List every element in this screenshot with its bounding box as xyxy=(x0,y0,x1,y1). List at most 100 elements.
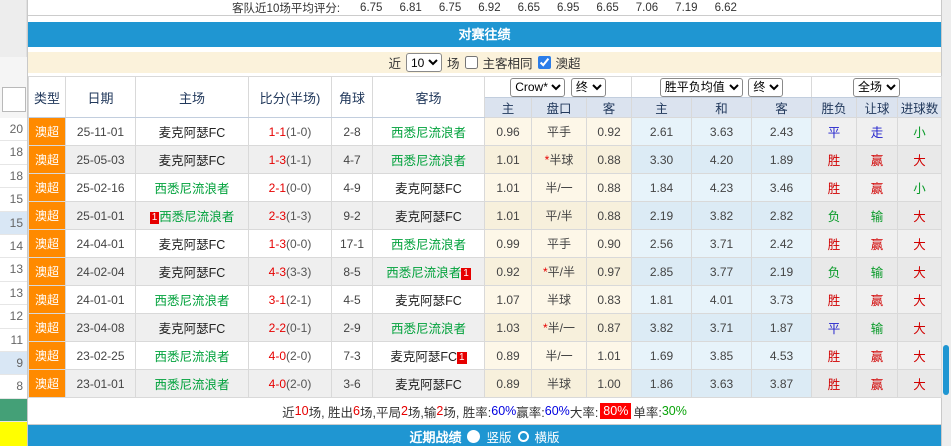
scope-select-cell: 全场 xyxy=(811,76,943,98)
handicap-line-cell: *平/半 xyxy=(531,257,587,286)
avg-score-value: 7.19 xyxy=(675,1,698,14)
league-filter-label: 澳超 xyxy=(555,57,581,71)
result-handicap-cell: 赢 xyxy=(856,285,899,314)
scrollbar-thumb[interactable] xyxy=(943,345,949,395)
near-count-select[interactable]: 10 xyxy=(405,53,442,72)
team-name: 西悉尼流浪者 xyxy=(159,210,235,224)
date-cell: 23-02-25 xyxy=(65,341,136,370)
avg-draw-odds-cell: 3.63 xyxy=(691,117,752,146)
head-to-head-panel: 客队近10场平均评分: 6.75 6.81 6.75 6.92 6.65 6.95 6.65… xyxy=(27,0,943,446)
col-odds-handicap: 盘口 xyxy=(531,97,587,118)
bookmaker-select[interactable]: Crow* xyxy=(510,77,566,97)
corners-cell: 4-5 xyxy=(331,285,373,314)
corners-cell: 3-6 xyxy=(331,369,373,398)
col-type: 类型 xyxy=(28,76,66,118)
avg-home-odds-cell: 2.56 xyxy=(631,229,692,258)
rank-cell-yellow xyxy=(0,422,27,446)
final-odds-select-right[interactable]: 终 xyxy=(748,77,784,97)
avg-away-odds-cell: 3.87 xyxy=(750,369,813,398)
horizontal-label[interactable]: 横版 xyxy=(535,427,560,446)
summary-segment: 场,平局 xyxy=(359,405,401,420)
league-badge: 澳超 xyxy=(28,313,66,342)
team-name: 麦克阿瑟FC xyxy=(158,238,226,252)
league-badge: 澳超 xyxy=(28,201,66,230)
date-cell: 25-05-03 xyxy=(65,145,136,174)
horizontal-radio[interactable] xyxy=(517,431,529,442)
rank-cell: 8 xyxy=(0,375,27,399)
team-name: 西悉尼流浪者 xyxy=(154,182,230,196)
league-badge: 澳超 xyxy=(28,117,66,146)
avg-away-odds-cell: 1.87 xyxy=(750,313,813,342)
handicap-odds-away-cell: 0.87 xyxy=(586,313,632,342)
rank-cell: 11 xyxy=(0,328,27,352)
league-badge: 澳超 xyxy=(28,285,66,314)
summary-segment: 单率: xyxy=(633,405,662,420)
date-cell: 25-01-01 xyxy=(65,201,136,230)
avg-home-odds-cell: 1.86 xyxy=(631,369,692,398)
corners-cell: 7-3 xyxy=(331,341,373,370)
avg-away-odds-cell: 3.73 xyxy=(750,285,813,314)
vertical-radio[interactable] xyxy=(467,430,481,443)
col-odds-away: 客 xyxy=(586,97,632,118)
home-team-cell: 麦克阿瑟FC xyxy=(135,313,249,342)
handicap-odds-home-cell: 0.89 xyxy=(484,341,532,370)
avg-score-value: 6.65 xyxy=(596,1,619,14)
scope-select[interactable]: 全场 xyxy=(853,77,901,97)
same-venue-checkbox[interactable] xyxy=(464,56,478,69)
final-odds-select-left[interactable]: 终 xyxy=(570,77,606,97)
footer-title: 近期战绩 xyxy=(409,430,462,445)
score-cell: 1-3(0-0) xyxy=(248,229,332,258)
summary-segment: 场,输 xyxy=(407,405,437,420)
league-filter-checkbox[interactable] xyxy=(537,56,551,69)
rank-cell: 18 xyxy=(0,141,27,165)
same-venue-label: 主客相同 xyxy=(482,57,533,71)
handicap-odds-home-cell: 0.99 xyxy=(484,229,532,258)
unit-label: 场 xyxy=(446,57,460,71)
result-wdl-cell: 胜 xyxy=(811,285,858,314)
result-handicap-cell: 赢 xyxy=(856,145,899,174)
score-cell: 3-1(2-1) xyxy=(248,285,332,314)
handicap-odds-away-cell: 1.00 xyxy=(586,369,632,398)
vertical-label[interactable]: 竖版 xyxy=(486,427,511,446)
rank-cell: 15 xyxy=(0,188,27,212)
rank-cell: 13 xyxy=(0,281,27,306)
team-name: 西悉尼流浪者 xyxy=(154,294,230,308)
score-cell: 2-3(1-3) xyxy=(248,201,332,230)
changed-line-star: * xyxy=(542,265,548,279)
date-cell: 24-02-04 xyxy=(65,257,136,286)
table-row: 澳超 25-01-01 1 西悉尼流浪者 2-3(1-3) 9-2 麦克阿瑟FC … xyxy=(28,201,943,230)
near-label: 近 xyxy=(388,57,401,71)
league-badge: 澳超 xyxy=(28,173,66,202)
handicap-odds-home-cell: 0.96 xyxy=(484,117,532,146)
rank-cell: 12 xyxy=(0,305,27,329)
team-name: 麦克阿瑟FC xyxy=(395,210,462,224)
avg-draw-odds-cell: 3.82 xyxy=(691,201,752,230)
handicap-odds-away-cell: 0.88 xyxy=(586,201,632,230)
result-goals-cell: 小 xyxy=(897,117,943,146)
average-selects-cell: 胜平负均值 终 xyxy=(630,76,813,98)
average-type-select[interactable]: 胜平负均值 xyxy=(659,77,743,97)
corners-cell: 17-1 xyxy=(331,229,373,258)
away-team-cell: 西悉尼流浪者 1 xyxy=(372,257,485,286)
score-cell: 4-0(2-0) xyxy=(248,369,332,398)
home-team-cell: 麦克阿瑟FC xyxy=(135,117,249,146)
rank-cell: 18 xyxy=(0,164,27,189)
avg-score-value: 6.81 xyxy=(399,1,422,14)
handicap-line-cell: 半/一 xyxy=(531,173,587,202)
changed-line-star: * xyxy=(542,321,548,335)
table-row: 澳超 25-02-16 西悉尼流浪者 2-1(0-0) 4-9 麦克阿瑟FC 1… xyxy=(28,173,943,202)
result-handicap-cell: 输 xyxy=(856,313,899,342)
table-row: 澳超 23-02-25 西悉尼流浪者 4-0(2-0) 7-3 麦克阿瑟FC 1 … xyxy=(28,341,943,370)
home-team-cell: 西悉尼流浪者 xyxy=(135,285,249,314)
away-team-cell: 麦克阿瑟FC xyxy=(372,369,485,398)
summary-segment: 10 xyxy=(294,404,309,418)
avg-home-odds-cell: 2.61 xyxy=(631,117,692,146)
date-cell: 24-04-01 xyxy=(65,229,136,258)
team-name: 西悉尼流浪者 xyxy=(154,378,230,392)
away-team-cell: 西悉尼流浪者 xyxy=(372,145,485,174)
avg-home-odds-cell: 2.19 xyxy=(631,201,692,230)
background-partial-input xyxy=(2,87,26,112)
home-team-cell: 西悉尼流浪者 xyxy=(135,173,249,202)
result-goals-cell: 大 xyxy=(897,341,943,370)
corners-cell: 9-2 xyxy=(331,201,373,230)
